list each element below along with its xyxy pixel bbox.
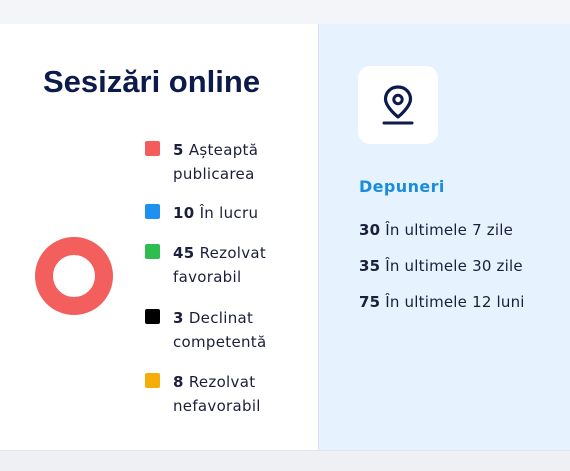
legend-swatch <box>145 244 160 259</box>
stat-label: În ultimele 30 zile <box>385 257 523 275</box>
donut-chart <box>35 237 113 315</box>
legend-label-line2: publicarea <box>173 165 255 183</box>
legend-label-line2: nefavorabil <box>173 397 261 415</box>
stat-last-12-months: 75 În ultimele 12 luni <box>359 293 525 311</box>
submissions-title: Depuneri <box>359 177 445 196</box>
legend-swatch <box>145 373 160 388</box>
legend-label: Declinat <box>188 309 254 327</box>
legend-count: 45 <box>173 244 195 262</box>
legend-label-line2: favorabil <box>173 268 242 286</box>
stat-label: În ultimele 12 luni <box>385 293 525 311</box>
stat-last-7-days: 30 În ultimele 7 zile <box>359 221 513 239</box>
stat-count: 75 <box>359 293 381 311</box>
stat-count: 30 <box>359 221 381 239</box>
legend-swatch <box>145 204 160 219</box>
legend-count: 5 <box>173 141 184 159</box>
stat-label: În ultimele 7 zile <box>385 221 514 239</box>
bottom-bar <box>0 450 570 471</box>
map-pin-icon <box>382 85 414 125</box>
legend-swatch <box>145 309 160 324</box>
top-bar <box>0 0 570 25</box>
legend-label: Așteaptă <box>188 141 259 159</box>
legend-count: 8 <box>173 373 184 391</box>
legend-count: 10 <box>173 204 195 222</box>
stat-last-30-days: 35 În ultimele 30 zile <box>359 257 523 275</box>
legend-swatch <box>145 141 160 156</box>
stat-count: 35 <box>359 257 381 275</box>
legend-label-line2: competentă <box>173 333 267 351</box>
legend-label: În lucru <box>199 204 259 222</box>
legend-label: Rezolvat <box>199 244 267 262</box>
donut-ring <box>35 237 113 315</box>
location-icon-box <box>358 66 438 144</box>
legend-count: 3 <box>173 309 184 327</box>
page-title: Sesizări online <box>43 64 261 99</box>
legend-label: Rezolvat <box>188 373 256 391</box>
